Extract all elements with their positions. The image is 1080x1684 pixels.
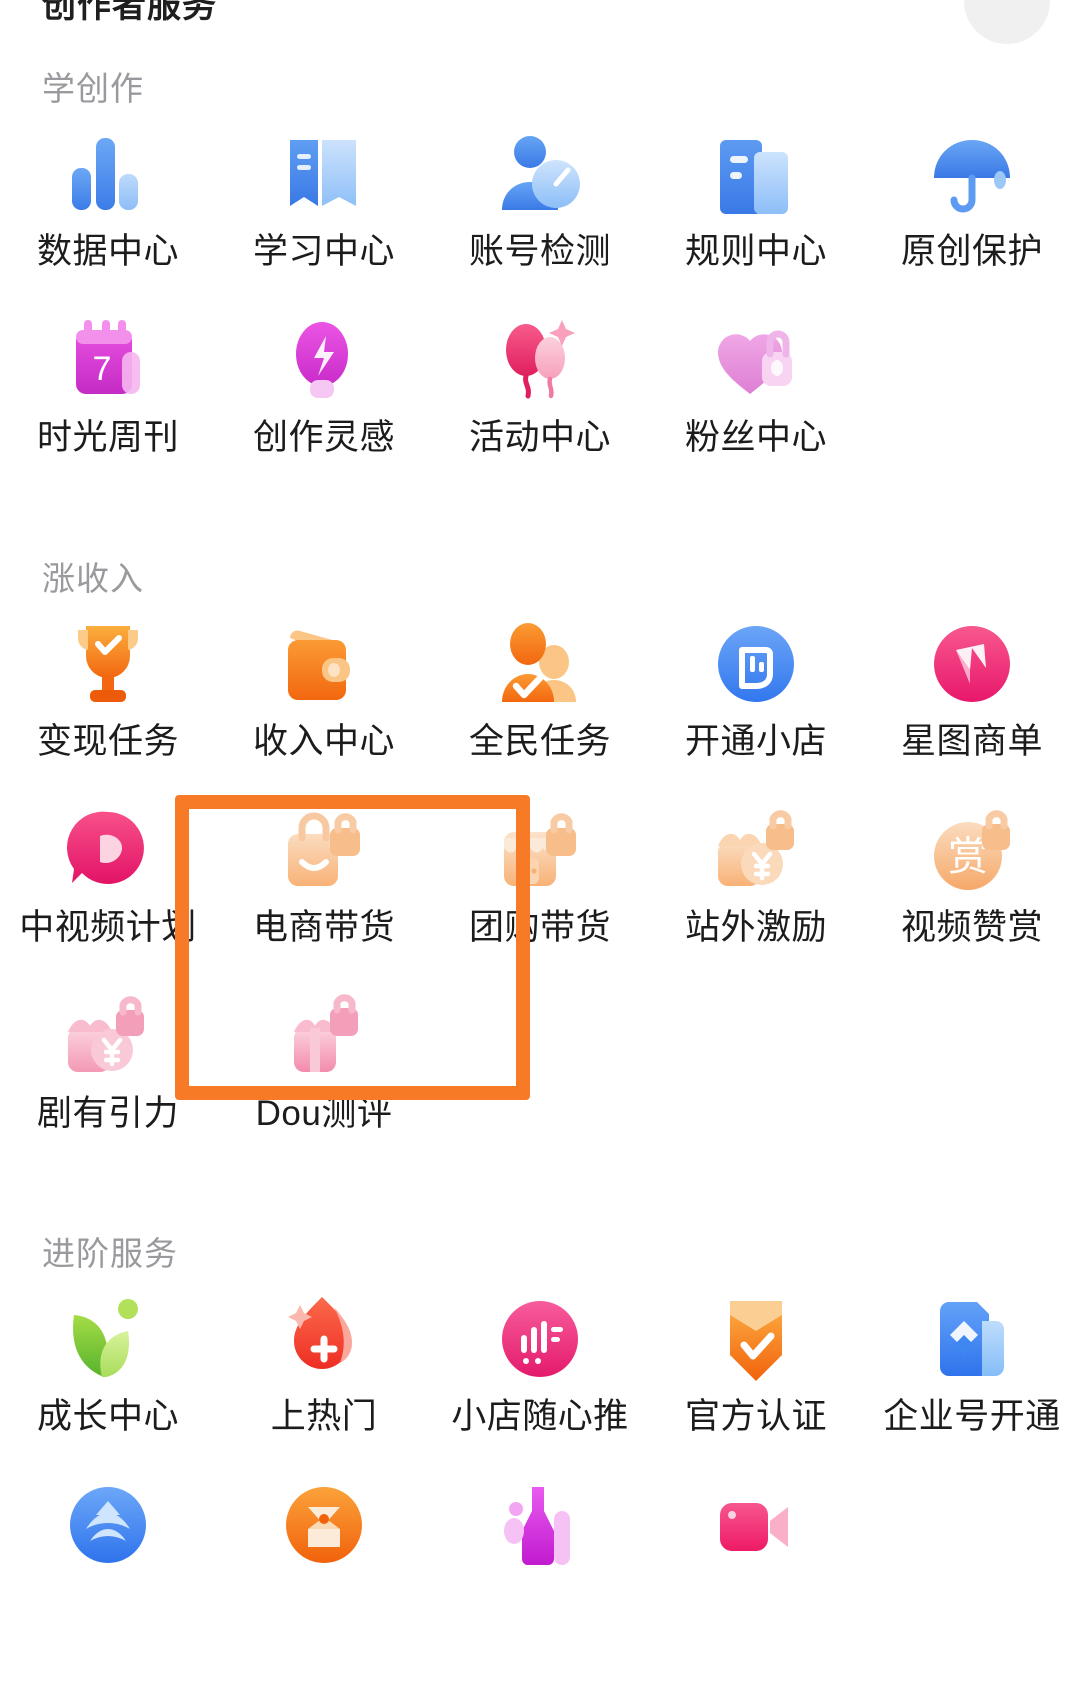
app-tile-label: 中视频计划	[19, 908, 197, 947]
bottle-icon	[488, 1473, 592, 1577]
app-tile-label: 团购带货	[468, 908, 611, 947]
app-tile-shop-promote[interactable]: 小店随心推	[432, 1283, 648, 1469]
avatar[interactable]	[964, 0, 1050, 44]
app-tile-data-center[interactable]: 数据中心	[0, 118, 216, 304]
app-tile-label: 创作灵感	[252, 418, 395, 457]
app-tile-label: 变现任务	[36, 722, 179, 761]
app-tile-account-check[interactable]: 账号检测	[432, 118, 648, 304]
app-tile-mail-badge[interactable]	[216, 1469, 432, 1655]
storefront-lock-icon	[488, 798, 592, 902]
app-tile-label: 活动中心	[468, 418, 611, 457]
app-tile-label: 剧有引力	[36, 1094, 179, 1133]
app-tile-label: 学习中心	[252, 232, 395, 271]
cloud-upload-icon	[56, 1473, 160, 1577]
flame-plus-icon	[272, 1287, 376, 1391]
reward-lock-icon: 赏	[920, 798, 1024, 902]
app-tile-time-weekly[interactable]: 7 时光周刊	[0, 304, 216, 490]
play-bubble-icon	[56, 798, 160, 902]
shop-chart-icon	[704, 612, 808, 716]
sprout-icon	[56, 1287, 160, 1391]
app-tile-label: 视频赞赏	[900, 908, 1043, 947]
creator-service-screen: 创作者服务 学创作 数据中心 学习中心 账号检测 规则中心 原创保护 7 时光周…	[0, 0, 1080, 1684]
app-tile-label: 上热门	[270, 1397, 378, 1436]
gift-lock-icon	[272, 984, 376, 1088]
app-tile-label: 时光周刊	[36, 418, 179, 457]
app-tile-label: 小店随心推	[451, 1397, 629, 1436]
app-tile-all-people-task[interactable]: 全民任务	[432, 608, 648, 794]
app-tile-label: 原创保护	[900, 232, 1043, 271]
mail-badge-icon	[272, 1473, 376, 1577]
section-title-advanced: 进阶服务	[42, 1235, 178, 1272]
app-tile-cloud-upload[interactable]	[0, 1469, 216, 1655]
trophy-check-icon	[56, 612, 160, 716]
grid-learn: 数据中心 学习中心 账号检测 规则中心 原创保护 7 时光周刊 创作灵感 活动中…	[0, 118, 1080, 490]
app-tile-label: 企业号开通	[883, 1397, 1061, 1436]
promote-chart-icon	[488, 1287, 592, 1391]
yuan-gift-lock-icon	[704, 798, 808, 902]
svg-text:7: 7	[93, 350, 112, 388]
app-tile-ecommerce[interactable]: 电商带货	[216, 794, 432, 980]
app-tile-label: 全民任务	[468, 722, 611, 761]
app-tile-label: 规则中心	[684, 232, 827, 271]
app-tile-fans-center[interactable]: 粉丝中心	[648, 304, 864, 490]
page-title: 创作者服务	[42, 0, 217, 25]
app-tile-learning-center[interactable]: 学习中心	[216, 118, 432, 304]
drama-yuan-lock-icon	[56, 984, 160, 1088]
bar-chart-icon	[56, 122, 160, 226]
app-tile-label: 开通小店	[684, 722, 827, 761]
app-tile-growth-center[interactable]: 成长中心	[0, 1283, 216, 1469]
app-tile-label: 星图商单	[900, 722, 1043, 761]
app-tile-label: Dou测评	[255, 1094, 393, 1133]
rule-document-icon	[704, 122, 808, 226]
app-tile-group-buy[interactable]: 团购带货	[432, 794, 648, 980]
app-tile-label: 收入中心	[252, 722, 395, 761]
app-tile-rule-center[interactable]: 规则中心	[648, 118, 864, 304]
app-tile-offsite-incentive[interactable]: 站外激励	[648, 794, 864, 980]
account-gauge-icon	[488, 122, 592, 226]
app-tile-enterprise-account[interactable]: 企业号开通	[864, 1283, 1080, 1469]
app-tile-label: 电商带货	[252, 908, 395, 947]
app-tile-label: 官方认证	[684, 1397, 827, 1436]
app-tile-drama-gravity[interactable]: 剧有引力	[0, 980, 216, 1166]
enterprise-icon	[920, 1287, 1024, 1391]
app-tile-bottle[interactable]	[432, 1469, 648, 1655]
app-tile-label: 站外激励	[684, 908, 827, 947]
calendar-icon: 7	[56, 308, 160, 412]
heart-lock-icon	[704, 308, 808, 412]
app-tile-label: 账号检测	[468, 232, 611, 271]
app-tile-video-camera[interactable]	[648, 1469, 864, 1655]
app-tile-official-verify[interactable]: 官方认证	[648, 1283, 864, 1469]
app-tile-income-center[interactable]: 收入中心	[216, 608, 432, 794]
app-tile-original-protect[interactable]: 原创保护	[864, 118, 1080, 304]
star-map-icon	[920, 612, 1024, 716]
app-tile-inspiration[interactable]: 创作灵感	[216, 304, 432, 490]
grid-income: 变现任务 收入中心 全民任务 开通小店 星图商单 中视频计划 电商带货 团购带货…	[0, 608, 1080, 1166]
umbrella-icon	[920, 122, 1024, 226]
app-tile-label: 粉丝中心	[684, 418, 827, 457]
open-book-icon	[272, 122, 376, 226]
app-tile-label: 数据中心	[36, 232, 179, 271]
people-check-icon	[488, 612, 592, 716]
shopping-bag-lock-icon	[272, 798, 376, 902]
lightbulb-icon	[272, 308, 376, 412]
app-tile-dou-review[interactable]: Dou测评	[216, 980, 432, 1166]
app-tile-trending[interactable]: 上热门	[216, 1283, 432, 1469]
app-tile-star-map-order[interactable]: 星图商单	[864, 608, 1080, 794]
video-camera-icon	[704, 1473, 808, 1577]
app-tile-activity-center[interactable]: 活动中心	[432, 304, 648, 490]
balloons-icon	[488, 308, 592, 412]
section-title-learn: 学创作	[42, 70, 144, 107]
app-tile-video-reward[interactable]: 赏 视频赞赏	[864, 794, 1080, 980]
verified-badge-icon	[704, 1287, 808, 1391]
app-tile-monetize-task[interactable]: 变现任务	[0, 608, 216, 794]
grid-advanced: 成长中心 上热门 小店随心推 官方认证 企业号开通	[0, 1283, 1080, 1655]
app-tile-open-shop[interactable]: 开通小店	[648, 608, 864, 794]
wallet-icon	[272, 612, 376, 716]
section-title-income: 涨收入	[42, 560, 144, 597]
app-tile-label: 成长中心	[36, 1397, 179, 1436]
app-tile-mid-video-plan[interactable]: 中视频计划	[0, 794, 216, 980]
